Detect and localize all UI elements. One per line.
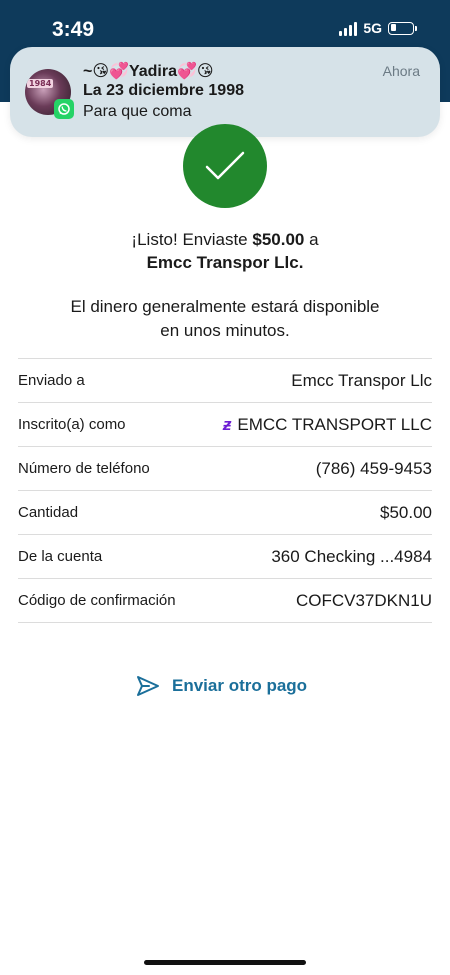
status-time: 3:49 <box>52 18 95 41</box>
avatar-tag: 1984 <box>27 79 54 88</box>
detail-label: Número de teléfono <box>18 460 150 477</box>
detail-label: Código de confirmación <box>18 592 176 609</box>
detail-row-confirmation-code: Código de confirmación COFCV37DKN1U <box>18 579 432 623</box>
detail-label: De la cuenta <box>18 548 103 565</box>
detail-row-phone: Número de teléfono (786) 459-9453 <box>18 447 432 491</box>
detail-value: 360 Checking ...4984 <box>271 546 432 566</box>
availability-line-1: El dinero generalmente estará disponible <box>70 297 380 316</box>
confirmation-recipient: Emcc Transpor Llc. <box>146 253 304 272</box>
detail-value: Emcc Transpor Llc <box>291 370 432 390</box>
detail-label: Enviado a <box>18 372 85 389</box>
send-another-payment-button[interactable]: Enviar otro pago <box>136 675 307 697</box>
confirmation-amount: $50.00 <box>252 230 305 249</box>
availability-line-2: en unos minutos. <box>160 321 290 340</box>
success-check-icon <box>183 124 267 208</box>
detail-row-enrolled-as: Inscrito(a) como ƶ EMCC TRANSPORT LLC <box>18 403 432 447</box>
detail-label: Cantidad <box>18 504 79 521</box>
status-indicators: 5G <box>339 20 417 36</box>
detail-row-amount: Cantidad $50.00 <box>18 491 432 535</box>
payment-details: Enviado a Emcc Transpor Llc Inscrito(a) … <box>18 358 432 623</box>
detail-label: Inscrito(a) como <box>18 416 126 433</box>
whatsapp-icon <box>54 99 74 119</box>
send-another-payment-label: Enviar otro pago <box>172 676 308 695</box>
confirmation-message: ¡Listo! Enviaste $50.00 a <box>0 230 450 250</box>
notification-time: Ahora <box>382 63 420 79</box>
detail-value: ƶ EMCC TRANSPORT LLC <box>223 415 432 435</box>
confirmation-prefix: ¡Listo! Enviaste <box>131 230 253 249</box>
detail-value: (786) 459-9453 <box>315 458 432 478</box>
enrolled-name: EMCC TRANSPORT LLC <box>237 414 432 434</box>
send-icon <box>137 676 159 696</box>
detail-value: COFCV37DKN1U <box>295 590 432 610</box>
confirmation-suffix: a <box>304 230 319 249</box>
availability-message: El dinero generalmente estará disponible… <box>0 295 450 343</box>
home-indicator[interactable] <box>144 960 306 965</box>
detail-row-sent-to: Enviado a Emcc Transpor Llc <box>18 359 432 403</box>
notification-body: Para que coma <box>83 103 192 120</box>
notification-sender: ~😘💞Yadira💞😘 <box>83 63 214 80</box>
zelle-icon: ƶ <box>222 414 232 434</box>
detail-row-account: De la cuenta 360 Checking ...4984 <box>18 535 432 579</box>
battery-icon <box>388 21 417 35</box>
signal-icon <box>339 20 358 36</box>
detail-value: $50.00 <box>380 502 432 522</box>
network-label: 5G <box>363 20 382 36</box>
notification-title: La 23 diciembre 1998 <box>83 82 244 99</box>
